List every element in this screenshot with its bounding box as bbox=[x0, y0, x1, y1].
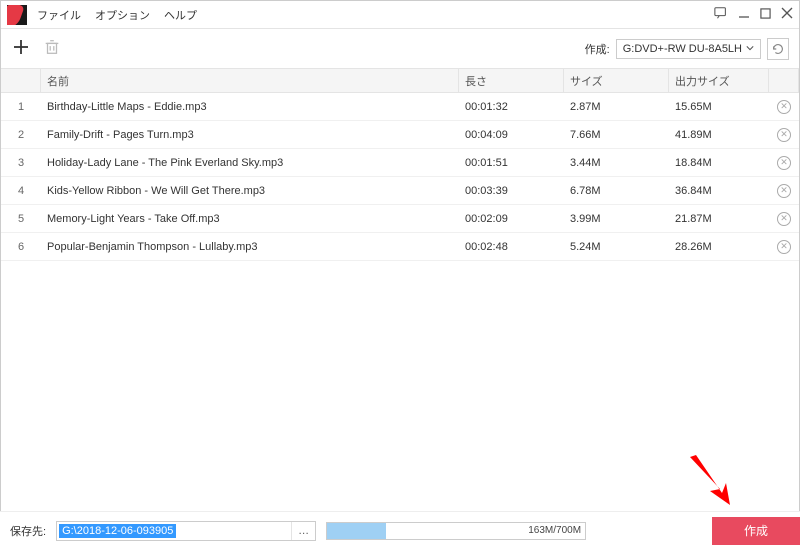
create-drive-label: 作成: bbox=[585, 41, 610, 57]
save-path-input[interactable]: G:\2018-12-06-093905 … bbox=[56, 521, 316, 541]
row-duration: 00:01:32 bbox=[459, 93, 564, 120]
row-delete[interactable]: ✕ bbox=[769, 205, 799, 232]
row-out-size: 28.26M bbox=[669, 233, 769, 260]
delete-button[interactable] bbox=[43, 38, 61, 59]
drive-select-value: G:DVD+-RW DU-8A5LH bbox=[623, 43, 742, 55]
table-row[interactable]: 1Birthday-Little Maps - Eddie.mp300:01:3… bbox=[1, 93, 799, 121]
feedback-icon[interactable] bbox=[714, 6, 728, 23]
row-delete[interactable]: ✕ bbox=[769, 121, 799, 148]
table-row[interactable]: 5Memory-Light Years - Take Off.mp300:02:… bbox=[1, 205, 799, 233]
save-path-value: G:\2018-12-06-093905 bbox=[59, 524, 176, 538]
row-size: 6.78M bbox=[564, 177, 669, 204]
row-duration: 00:03:39 bbox=[459, 177, 564, 204]
row-delete[interactable]: ✕ bbox=[769, 93, 799, 120]
row-delete[interactable]: ✕ bbox=[769, 149, 799, 176]
table-row[interactable]: 6Popular-Benjamin Thompson - Lullaby.mp3… bbox=[1, 233, 799, 261]
row-name: Birthday-Little Maps - Eddie.mp3 bbox=[41, 93, 459, 120]
add-button[interactable] bbox=[11, 37, 31, 60]
drive-select[interactable]: G:DVD+-RW DU-8A5LH bbox=[616, 39, 761, 59]
row-index: 6 bbox=[1, 233, 41, 260]
col-delete bbox=[769, 69, 799, 92]
table-row[interactable]: 2Family-Drift - Pages Turn.mp300:04:097.… bbox=[1, 121, 799, 149]
browse-button[interactable]: … bbox=[291, 522, 315, 540]
col-name[interactable]: 名前 bbox=[41, 69, 459, 92]
col-duration[interactable]: 長さ bbox=[459, 69, 564, 92]
col-out-size[interactable]: 出力サイズ bbox=[669, 69, 769, 92]
row-out-size: 41.89M bbox=[669, 121, 769, 148]
row-delete[interactable]: ✕ bbox=[769, 177, 799, 204]
menu-help[interactable]: ヘルプ bbox=[164, 7, 197, 23]
row-name: Popular-Benjamin Thompson - Lullaby.mp3 bbox=[41, 233, 459, 260]
save-to-label: 保存先: bbox=[10, 523, 46, 539]
row-delete[interactable]: ✕ bbox=[769, 233, 799, 260]
row-index: 1 bbox=[1, 93, 41, 120]
remove-icon[interactable]: ✕ bbox=[777, 156, 791, 170]
capacity-progress: 163M/700M bbox=[326, 522, 586, 540]
row-index: 4 bbox=[1, 177, 41, 204]
remove-icon[interactable]: ✕ bbox=[777, 100, 791, 114]
menu-option[interactable]: オプション bbox=[95, 7, 150, 23]
remove-icon[interactable]: ✕ bbox=[777, 128, 791, 142]
row-name: Memory-Light Years - Take Off.mp3 bbox=[41, 205, 459, 232]
footer: 保存先: G:\2018-12-06-093905 … 163M/700M 作成 bbox=[0, 511, 800, 549]
row-index: 5 bbox=[1, 205, 41, 232]
table-row[interactable]: 3Holiday-Lady Lane - The Pink Everland S… bbox=[1, 149, 799, 177]
minimize-icon[interactable] bbox=[738, 7, 750, 22]
toolbar: 作成: G:DVD+-RW DU-8A5LH bbox=[1, 29, 799, 69]
row-duration: 00:02:09 bbox=[459, 205, 564, 232]
row-name: Family-Drift - Pages Turn.mp3 bbox=[41, 121, 459, 148]
refresh-button[interactable] bbox=[767, 38, 789, 60]
create-button[interactable]: 作成 bbox=[712, 517, 800, 545]
row-duration: 00:04:09 bbox=[459, 121, 564, 148]
window-controls bbox=[714, 6, 793, 23]
capacity-progress-fill bbox=[327, 523, 386, 539]
row-size: 7.66M bbox=[564, 121, 669, 148]
row-out-size: 36.84M bbox=[669, 177, 769, 204]
row-size: 2.87M bbox=[564, 93, 669, 120]
remove-icon[interactable]: ✕ bbox=[777, 184, 791, 198]
titlebar: ファイル オプション ヘルプ bbox=[1, 1, 799, 29]
row-out-size: 18.84M bbox=[669, 149, 769, 176]
remove-icon[interactable]: ✕ bbox=[777, 212, 791, 226]
col-size[interactable]: サイズ bbox=[564, 69, 669, 92]
row-duration: 00:01:51 bbox=[459, 149, 564, 176]
maximize-icon[interactable] bbox=[760, 8, 771, 22]
remove-icon[interactable]: ✕ bbox=[777, 240, 791, 254]
table-header: 名前 長さ サイズ 出力サイズ bbox=[1, 69, 799, 93]
row-out-size: 15.65M bbox=[669, 93, 769, 120]
row-index: 2 bbox=[1, 121, 41, 148]
row-out-size: 21.87M bbox=[669, 205, 769, 232]
row-name: Kids-Yellow Ribbon - We Will Get There.m… bbox=[41, 177, 459, 204]
capacity-progress-text: 163M/700M bbox=[528, 523, 581, 539]
row-size: 3.99M bbox=[564, 205, 669, 232]
row-index: 3 bbox=[1, 149, 41, 176]
table-row[interactable]: 4Kids-Yellow Ribbon - We Will Get There.… bbox=[1, 177, 799, 205]
menu-bar: ファイル オプション ヘルプ bbox=[37, 7, 197, 23]
chevron-down-icon bbox=[746, 43, 754, 55]
row-duration: 00:02:48 bbox=[459, 233, 564, 260]
row-size: 3.44M bbox=[564, 149, 669, 176]
app-logo bbox=[7, 5, 27, 25]
row-size: 5.24M bbox=[564, 233, 669, 260]
menu-file[interactable]: ファイル bbox=[37, 7, 81, 23]
close-icon[interactable] bbox=[781, 7, 793, 22]
col-index bbox=[1, 69, 41, 92]
table-body: 1Birthday-Little Maps - Eddie.mp300:01:3… bbox=[1, 93, 799, 508]
row-name: Holiday-Lady Lane - The Pink Everland Sk… bbox=[41, 149, 459, 176]
